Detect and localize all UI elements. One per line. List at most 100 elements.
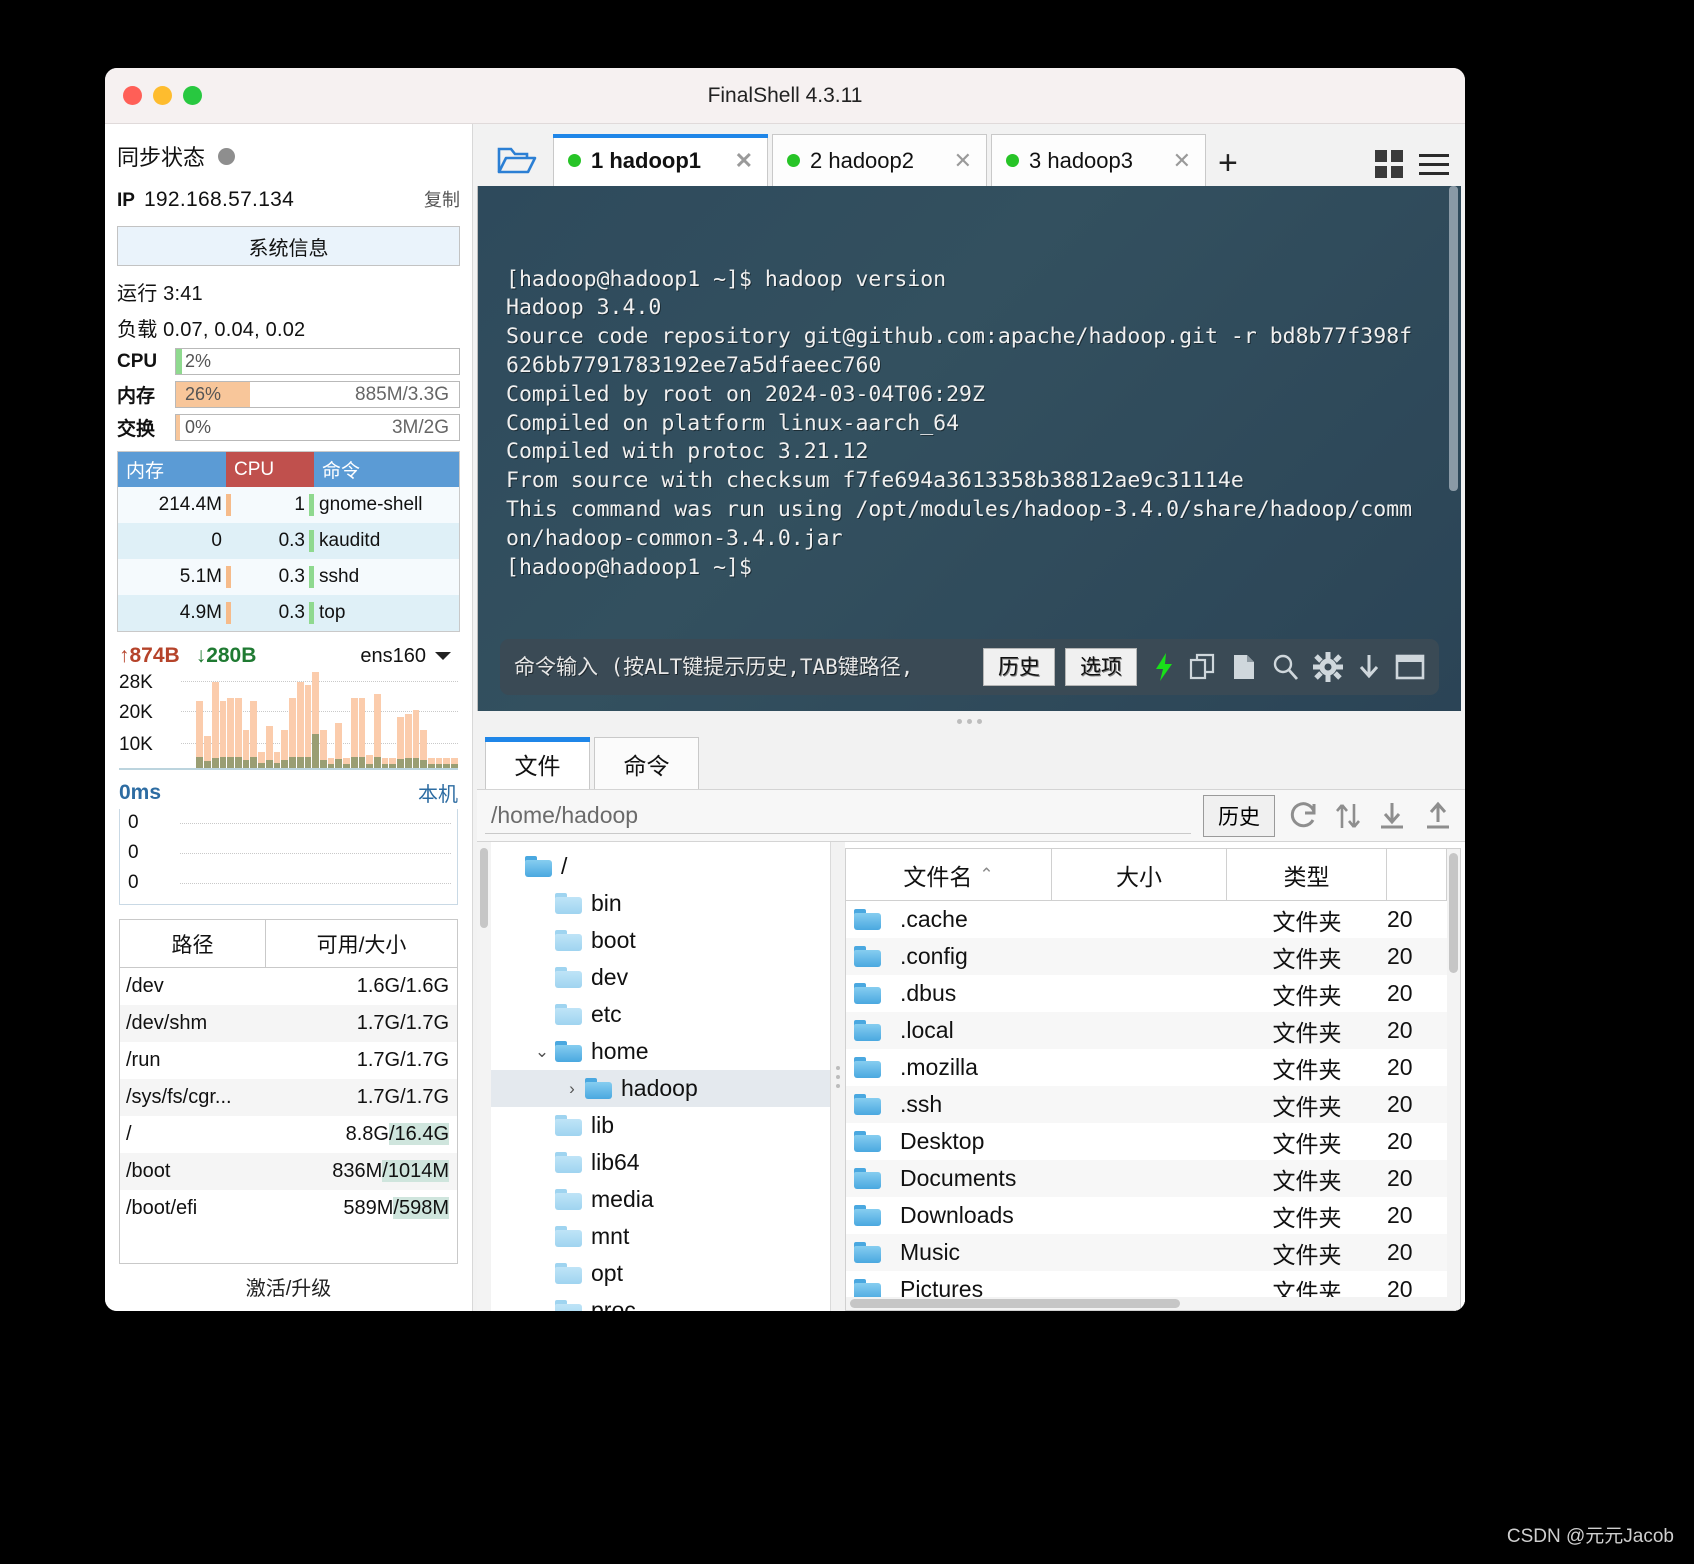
terminal-output[interactable]: [hadoop@hadoop1 ~]$ hadoop version Hadoop… <box>477 186 1461 711</box>
disk-col-size[interactable]: 可用/大小 <box>266 920 457 967</box>
terminal-scrollbar[interactable] <box>1447 186 1459 711</box>
tree-node-etc[interactable]: etc <box>491 996 830 1033</box>
disk-row[interactable]: / 8.8G/16.4G <box>120 1116 457 1153</box>
paste-icon[interactable] <box>1231 652 1257 682</box>
process-col-cpu[interactable]: CPU <box>226 452 314 487</box>
file-row[interactable]: Documents 文件夹 20 <box>846 1160 1447 1197</box>
file-row[interactable]: .local 文件夹 20 <box>846 1012 1447 1049</box>
process-row[interactable]: 4.9M 0.3 top <box>118 595 459 631</box>
disk-row[interactable]: /sys/fs/cgr... 1.7G/1.7G <box>120 1079 457 1116</box>
terminal-tab-1[interactable]: 1 hadoop1 ✕ <box>553 134 768 186</box>
disk-total-highlight: /16.4G <box>388 1123 449 1145</box>
tree-node-mnt[interactable]: mnt <box>491 1218 830 1255</box>
activate-upgrade-link[interactable]: 激活/升级 <box>113 1264 464 1311</box>
command-history-button[interactable]: 历史 <box>983 647 1055 687</box>
process-row[interactable]: 5.1M 0.3 sshd <box>118 559 459 595</box>
file-name: Desktop <box>900 1128 985 1154</box>
command-input-field[interactable]: 命令输入 (按ALT键提示历史,TAB键路径, <box>514 653 973 682</box>
process-col-cmd[interactable]: 命令 <box>314 452 459 487</box>
close-tab-icon[interactable]: ✕ <box>1165 148 1191 174</box>
column-size[interactable]: 大小 <box>1052 849 1227 900</box>
pane-splitter[interactable] <box>473 711 1465 731</box>
tree-node-bin[interactable]: bin <box>491 885 830 922</box>
open-folder-button[interactable] <box>481 134 553 186</box>
disk-row[interactable]: /dev 1.6G/1.6G <box>120 968 457 1005</box>
file-row[interactable]: Downloads 文件夹 20 <box>846 1197 1447 1234</box>
tree-node-lib64[interactable]: lib64 <box>491 1144 830 1181</box>
path-input[interactable]: /home/hadoop <box>485 798 1191 834</box>
file-list-hscrollbar[interactable] <box>846 1297 1460 1310</box>
file-history-button[interactable]: 历史 <box>1203 794 1275 837</box>
tree-node-boot[interactable]: boot <box>491 922 830 959</box>
file-row[interactable]: .ssh 文件夹 20 <box>846 1086 1447 1123</box>
column-type[interactable]: 类型 <box>1227 849 1387 900</box>
tree-expand-arrow[interactable]: › <box>559 1079 585 1099</box>
file-row[interactable]: Desktop 文件夹 20 <box>846 1123 1447 1160</box>
tree-node-home[interactable]: ⌄ home <box>491 1033 830 1070</box>
system-info-button[interactable]: 系统信息 <box>117 226 460 266</box>
grid-layout-icon[interactable] <box>1375 150 1403 178</box>
refresh-icon[interactable] <box>1287 801 1319 831</box>
column-filename[interactable]: 文件名 ⌃ <box>846 849 1052 900</box>
tree-node-dev[interactable]: dev <box>491 959 830 996</box>
disk-size: 8.8G/16.4G <box>270 1123 457 1146</box>
tree-node-opt[interactable]: opt <box>491 1255 830 1292</box>
process-col-mem[interactable]: 内存 <box>118 452 226 487</box>
tree-expand-arrow[interactable]: ⌄ <box>529 1042 555 1062</box>
process-row[interactable]: 214.4M 1 gnome-shell <box>118 487 459 523</box>
disk-row[interactable]: /run 1.7G/1.7G <box>120 1042 457 1079</box>
file-row[interactable]: Pictures 文件夹 20 <box>846 1271 1447 1297</box>
file-tab-1[interactable]: 文件 <box>485 737 590 789</box>
disk-row[interactable]: /dev/shm 1.7G/1.7G <box>120 1005 457 1042</box>
download-files-icon[interactable] <box>1377 801 1407 831</box>
close-tab-icon[interactable]: ✕ <box>727 148 753 174</box>
sort-icon[interactable] <box>1335 801 1361 831</box>
file-row[interactable]: .dbus 文件夹 20 <box>846 975 1447 1012</box>
ip-address: 192.168.57.134 <box>143 188 295 211</box>
disk-col-path[interactable]: 路径 <box>120 920 266 967</box>
process-command: sshd <box>319 566 360 587</box>
folder-icon <box>854 1131 881 1152</box>
download-icon[interactable] <box>1357 652 1381 682</box>
lightning-icon[interactable] <box>1153 652 1175 682</box>
minimize-window-button[interactable] <box>153 86 172 105</box>
tree-node-hadoop[interactable]: › hadoop <box>491 1070 830 1107</box>
file-row[interactable]: Music 文件夹 20 <box>846 1234 1447 1271</box>
file-type: 文件夹 <box>1272 982 1342 1009</box>
menu-icon[interactable] <box>1419 153 1449 175</box>
command-options-button[interactable]: 选项 <box>1065 647 1137 687</box>
tree-list-splitter[interactable] <box>831 842 845 1311</box>
file-name: Pictures <box>900 1276 984 1297</box>
tree-node-root[interactable]: / <box>491 848 830 885</box>
file-row[interactable]: .cache 文件夹 20 <box>846 901 1447 938</box>
search-icon[interactable] <box>1271 652 1299 682</box>
maximize-window-button[interactable] <box>183 86 202 105</box>
network-interface-select[interactable]: ens160 <box>360 645 458 668</box>
disk-row[interactable]: /boot 836M/1014M <box>120 1153 457 1190</box>
close-tab-icon[interactable]: ✕ <box>946 148 972 174</box>
close-window-button[interactable] <box>123 86 142 105</box>
copy-ip-button[interactable]: 复制 <box>424 186 460 212</box>
process-command: top <box>319 602 346 623</box>
tree-node-proc[interactable]: proc <box>491 1292 830 1311</box>
copy-icon[interactable] <box>1189 652 1217 682</box>
tree-node-lib[interactable]: lib <box>491 1107 830 1144</box>
file-tab-2[interactable]: 命令 <box>594 737 699 789</box>
tree-node-media[interactable]: media <box>491 1181 830 1218</box>
file-name: .config <box>900 943 968 969</box>
process-mem: 214.4M <box>158 494 222 515</box>
file-row[interactable]: .config 文件夹 20 <box>846 938 1447 975</box>
process-row[interactable]: 0 0.3 kauditd <box>118 523 459 559</box>
disk-row[interactable]: /boot/efi 589M/598M <box>120 1190 457 1227</box>
new-tab-button[interactable]: + <box>1210 146 1252 186</box>
file-row[interactable]: .mozilla 文件夹 20 <box>846 1049 1447 1086</box>
upload-files-icon[interactable] <box>1423 801 1453 831</box>
window-icon[interactable] <box>1395 654 1425 680</box>
gear-icon[interactable] <box>1313 652 1343 682</box>
column-date[interactable] <box>1387 849 1447 900</box>
terminal-line: [hadoop@hadoop1 ~]$ hadoop version <box>506 266 947 292</box>
terminal-tab-3[interactable]: 3 hadoop3 ✕ <box>991 134 1206 186</box>
tree-scrollbar[interactable] <box>477 842 491 1311</box>
file-list-vscrollbar[interactable] <box>1447 849 1460 1297</box>
terminal-tab-2[interactable]: 2 hadoop2 ✕ <box>772 134 987 186</box>
